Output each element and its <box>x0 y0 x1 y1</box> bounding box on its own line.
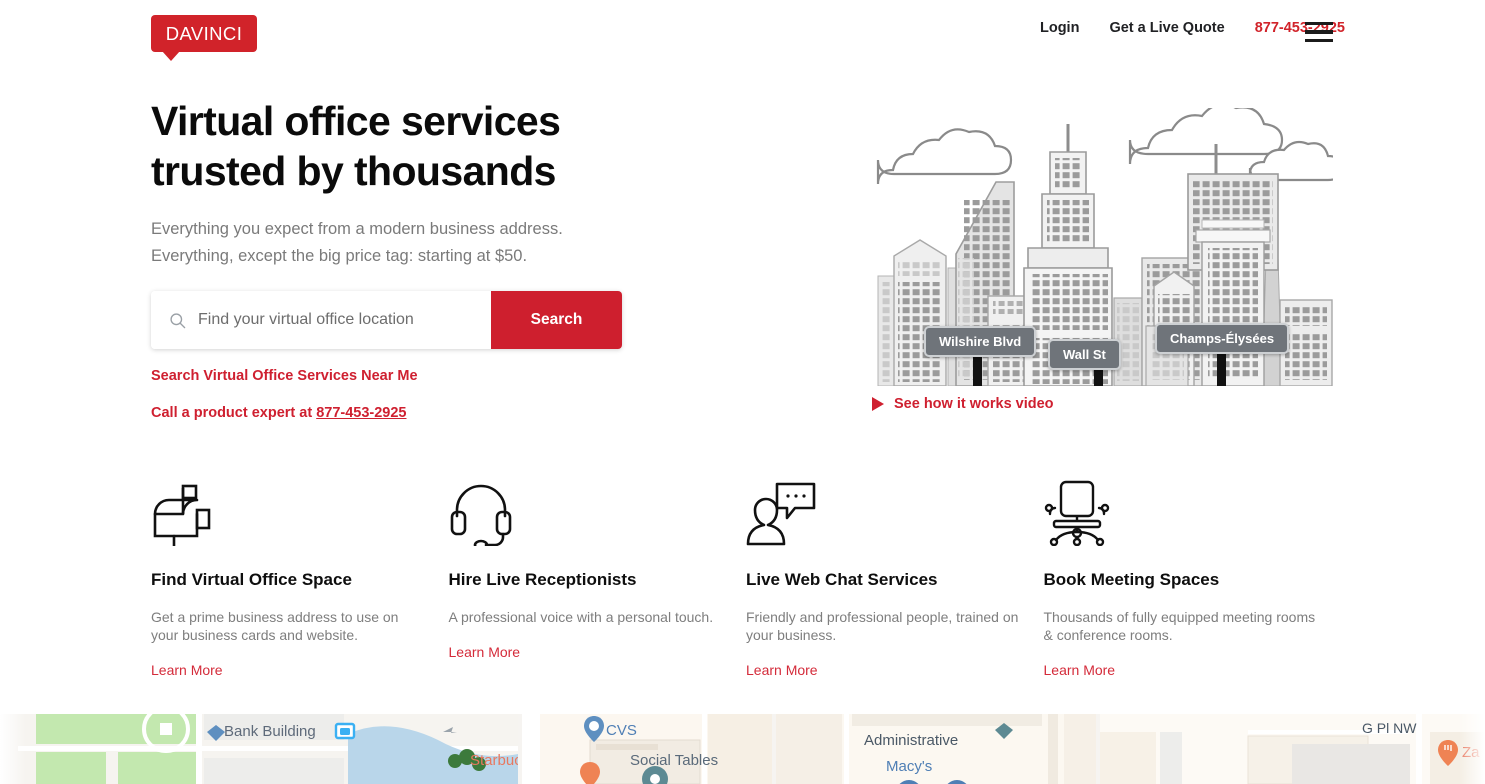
feature-card-live-web-chat-services: Live Web Chat Services Friendly and prof… <box>746 480 1044 680</box>
see-how-it-works-video-link[interactable]: See how it works video <box>872 396 1054 412</box>
card-icon-wrap <box>1044 480 1342 546</box>
card-description: Friendly and professional people, traine… <box>746 609 1019 643</box>
card-title: Find Virtual Office Space <box>151 570 352 589</box>
search-button[interactable]: Search <box>491 291 622 349</box>
card-learn-more-link[interactable]: Learn More <box>1044 662 1116 678</box>
card-icon-wrap <box>746 480 1044 546</box>
call-expert-phone-link[interactable]: 877-453-2925 <box>316 405 406 421</box>
map-tile[interactable]: Bank Building Starbucks <box>18 714 518 784</box>
building-left-3 <box>947 267 957 386</box>
card-title: Book Meeting Spaces <box>1043 570 1220 589</box>
map-tile[interactable]: G Pl NW Za <box>1100 714 1485 784</box>
map-marker-restaurant-icon <box>1438 740 1458 766</box>
building-mid-right-low <box>1145 325 1189 386</box>
feature-card-find-virtual-office-space: Find Virtual Office Space Get a prime bu… <box>151 480 449 680</box>
location-map-strip[interactable]: Bank Building Starbucks CVS Social Table… <box>0 714 1485 784</box>
hamburger-bar <box>1305 30 1333 34</box>
card-icon-wrap <box>449 480 747 546</box>
map-tile[interactable]: CVS Social Tables <box>522 714 772 784</box>
person-chat-icon <box>746 482 816 546</box>
play-triangle-icon <box>872 397 884 411</box>
video-link-label: See how it works video <box>894 396 1054 412</box>
map-label-administrative: Administrative <box>864 732 959 749</box>
logo-text: DAVINCI <box>165 22 243 44</box>
hamburger-menu-icon[interactable] <box>1305 22 1333 42</box>
search-field-wrap <box>151 291 491 349</box>
headline-line-1: Virtual office services <box>151 98 561 144</box>
headline-line-2: trusted by thousands <box>151 148 556 194</box>
map-label-macys: Macy's <box>886 758 933 775</box>
building-center-tower <box>1023 124 1113 386</box>
page-root: DAVINCI Login Get a Live Quote 877-453-2… <box>0 0 1485 784</box>
building-tall-right <box>1187 144 1279 386</box>
search-near-me-link[interactable]: Search Virtual Office Services Near Me <box>151 368 418 384</box>
map-label-cvs: CVS <box>606 722 637 739</box>
map-label-bank-building: Bank Building <box>224 723 316 740</box>
search-icon <box>170 312 186 328</box>
map-fade-left <box>0 714 26 784</box>
map-marker-circle-icon <box>899 780 919 784</box>
nav-item-get-a-live-quote[interactable]: Get a Live Quote <box>1109 20 1224 36</box>
map-marker-icon <box>995 723 1013 739</box>
card-description: A professional voice with a personal tou… <box>448 609 714 625</box>
card-learn-more-link[interactable]: Learn More <box>449 644 521 660</box>
city-skyline-illustration <box>872 108 1333 386</box>
map-label-g-pl-nw: G Pl NW <box>1362 720 1417 736</box>
card-icon-wrap <box>151 480 449 546</box>
location-search-bar: Search <box>151 291 622 349</box>
hero-left-column: Virtual office services trusted by thous… <box>151 96 791 421</box>
map-marker-circle-icon <box>642 766 668 784</box>
page-title: Virtual office services trusted by thous… <box>151 96 791 196</box>
map-label-starbucks: Starbucks <box>470 752 518 769</box>
cloud-group <box>876 108 1333 185</box>
primary-nav: Login Get a Live Quote 877-453-2925 <box>1010 20 1345 36</box>
feature-card-hire-live-receptionists: Hire Live Receptionists A professional v… <box>449 480 747 680</box>
building-right-low <box>1113 297 1143 386</box>
mailbox-icon <box>153 484 211 546</box>
card-description: Get a prime business address to use on y… <box>151 609 399 643</box>
card-learn-more-link[interactable]: Learn More <box>746 662 818 678</box>
map-tile-art <box>1100 714 1485 784</box>
headset-icon <box>450 484 511 546</box>
nav-item-login[interactable]: Login <box>1040 20 1079 36</box>
call-expert-prefix: Call a product expert at <box>151 405 317 421</box>
map-tile-art <box>776 714 1096 784</box>
hamburger-bar <box>1305 22 1333 26</box>
call-expert-text: Call a product expert at 877-453-2925 <box>151 405 407 421</box>
davinci-logo[interactable]: DAVINCI <box>151 15 257 52</box>
card-learn-more-link[interactable]: Learn More <box>151 662 223 678</box>
office-chair-icon <box>1044 480 1109 546</box>
feature-card-book-meeting-spaces: Book Meeting Spaces Thousands of fully e… <box>1044 480 1342 680</box>
building-left-2 <box>893 239 947 386</box>
site-header: DAVINCI Login Get a Live Quote 877-453-2… <box>0 0 1485 72</box>
subhead-line-1: Everything you expect from a modern busi… <box>151 220 563 238</box>
search-input[interactable] <box>198 311 491 329</box>
building-left-1 <box>877 275 895 386</box>
hero-subheadline: Everything you expect from a modern busi… <box>151 216 791 270</box>
logo-pointer-tail <box>162 51 180 61</box>
map-marker-restaurant-icon <box>580 762 600 784</box>
feature-cards: Find Virtual Office Space Get a prime bu… <box>151 480 1341 680</box>
building-far-right <box>1279 299 1333 386</box>
map-fade-right <box>1459 714 1485 784</box>
map-marker-icon <box>207 725 225 741</box>
card-title: Hire Live Receptionists <box>448 570 637 589</box>
map-tile[interactable]: Administrative Macy's <box>776 714 1096 784</box>
map-marker-icon <box>584 716 604 742</box>
card-description: Thousands of fully equipped meeting room… <box>1043 609 1316 643</box>
hamburger-bar <box>1305 38 1333 42</box>
map-marker-shop-icon <box>947 780 967 784</box>
subhead-line-2: Everything, except the big price tag: st… <box>151 247 528 265</box>
card-title: Live Web Chat Services <box>746 570 938 589</box>
skyline-svg <box>876 108 1333 386</box>
